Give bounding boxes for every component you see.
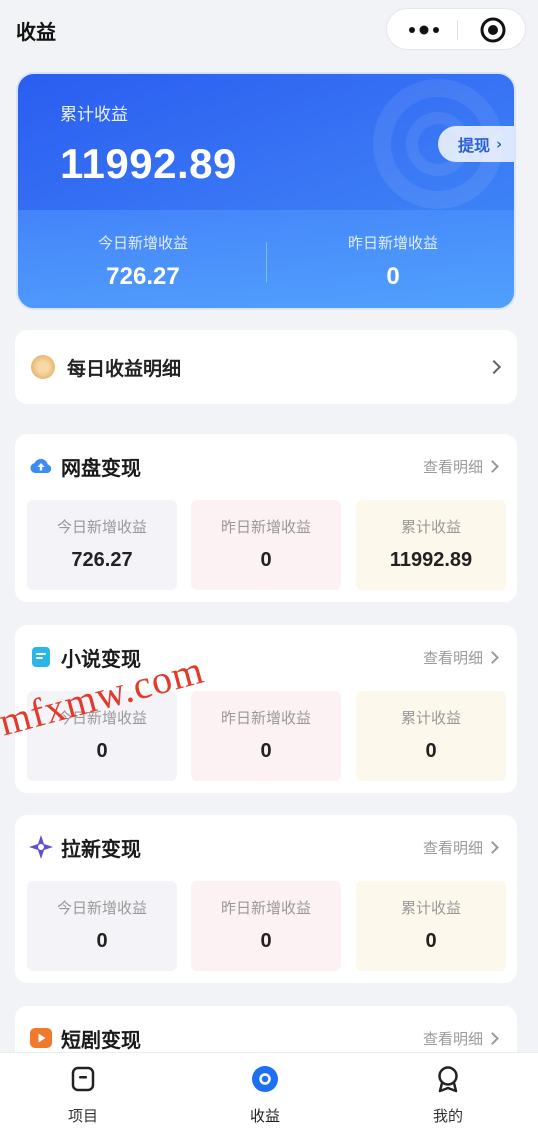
stat-cumulative: 累计收益 11992.89: [356, 500, 506, 590]
top-bar: 收益: [0, 0, 538, 60]
today-value: 726.27: [106, 263, 180, 290]
tab-profile[interactable]: 我的: [388, 1065, 508, 1126]
tab-project[interactable]: 项目: [23, 1065, 143, 1126]
coin-icon: [31, 355, 55, 379]
stat-value: 0: [96, 740, 108, 762]
withdraw-button[interactable]: 提现 ›: [438, 126, 514, 162]
section-novel: 小说变现 查看明细 今日新增收益 0 昨日新增收益 0 累计收益 0: [15, 625, 517, 793]
stat-value: 0: [425, 740, 437, 762]
stat-value: 726.27: [71, 549, 133, 571]
section-title: 短剧变现: [61, 1028, 141, 1052]
section-title: 小说变现: [61, 647, 141, 671]
stat-label: 今日新增收益: [56, 709, 147, 727]
stat-yesterday: 昨日新增收益 0: [191, 500, 341, 590]
income-icon: [252, 1066, 278, 1092]
stat-divider: [266, 242, 267, 282]
view-details-link[interactable]: 查看明细: [423, 837, 483, 858]
daily-earnings-detail-row[interactable]: 每日收益明细: [15, 330, 517, 404]
profile-icon: [438, 1066, 458, 1093]
tab-label: 项目: [67, 1107, 98, 1125]
stat-value: 0: [260, 549, 272, 571]
earnings-summary-card: 累计收益 11992.89 提现 › 今日新增收益 726.27 昨日新增收益 …: [16, 72, 516, 310]
cumulative-label: 累计收益: [60, 105, 128, 125]
chevron-right-icon: [486, 841, 499, 854]
book-icon: [32, 647, 50, 667]
stat-yesterday: 昨日新增收益 0: [191, 881, 341, 971]
stat-label: 今日新增收益: [56, 899, 147, 917]
cloud-icon: [30, 458, 52, 473]
view-details-link[interactable]: 查看明细: [423, 456, 483, 477]
withdraw-label: 提现: [458, 136, 491, 155]
view-details-link[interactable]: 查看明细: [423, 1028, 483, 1049]
stat-value: 0: [96, 930, 108, 952]
stat-cumulative: 累计收益 0: [356, 881, 506, 971]
tab-label: 我的: [432, 1107, 463, 1125]
stat-today: 今日新增收益 0: [27, 691, 177, 781]
stat-label: 昨日新增收益: [220, 709, 311, 727]
project-icon: [71, 1066, 95, 1092]
yesterday-stat: 昨日新增收益 0: [268, 232, 514, 291]
section-netdisk: 网盘变现 查看明细 今日新增收益 726.27 昨日新增收益 0 累计收益 11…: [15, 434, 517, 602]
stat-value: 0: [260, 930, 272, 952]
chevron-right-icon: [486, 359, 502, 375]
page-title: 收益: [16, 20, 56, 44]
cumulative-value: 11992.89: [60, 140, 237, 187]
summary-stats-row: 今日新增收益 726.27 昨日新增收益 0: [18, 210, 514, 308]
stat-value: 11992.89: [389, 549, 473, 571]
stat-cumulative: 累计收益 0: [356, 691, 506, 781]
section-title: 网盘变现: [61, 456, 141, 480]
stat-label: 累计收益: [400, 709, 461, 727]
chevron-right-icon: [486, 1032, 499, 1045]
stat-value: 0: [425, 930, 437, 952]
stat-value: 0: [260, 740, 272, 762]
bottom-tab-bar: 项目 收益 我的: [0, 1052, 538, 1141]
more-dots-icon[interactable]: [407, 22, 441, 38]
capsule-divider: [457, 20, 458, 40]
stat-label: 昨日新增收益: [220, 899, 311, 917]
close-target-icon[interactable]: [480, 17, 506, 43]
chevron-right-icon: ›: [496, 135, 503, 153]
tab-income[interactable]: 收益: [205, 1065, 325, 1126]
today-label: 今日新增收益: [97, 234, 188, 252]
view-details-link[interactable]: 查看明细: [423, 647, 483, 668]
stat-yesterday: 昨日新增收益 0: [191, 691, 341, 781]
play-icon: [30, 1028, 52, 1048]
stat-label: 昨日新增收益: [220, 518, 311, 536]
stat-label: 累计收益: [400, 518, 461, 536]
stat-today: 今日新增收益 0: [27, 881, 177, 971]
chevron-right-icon: [486, 651, 499, 664]
yesterday-label: 昨日新增收益: [347, 234, 438, 252]
section-referral: 拉新变现 查看明细 今日新增收益 0 昨日新增收益 0 累计收益 0: [15, 815, 517, 983]
daily-detail-label: 每日收益明细: [67, 358, 182, 380]
sparkle-icon: [29, 835, 53, 859]
chevron-right-icon: [486, 460, 499, 473]
tab-label: 收益: [249, 1107, 280, 1125]
section-title: 拉新变现: [61, 837, 141, 861]
mini-program-capsule: [386, 8, 526, 50]
stat-today: 今日新增收益 726.27: [27, 500, 177, 590]
stat-label: 累计收益: [400, 899, 461, 917]
today-stat: 今日新增收益 726.27: [18, 232, 268, 291]
yesterday-value: 0: [386, 263, 400, 290]
stat-label: 今日新增收益: [56, 518, 147, 536]
